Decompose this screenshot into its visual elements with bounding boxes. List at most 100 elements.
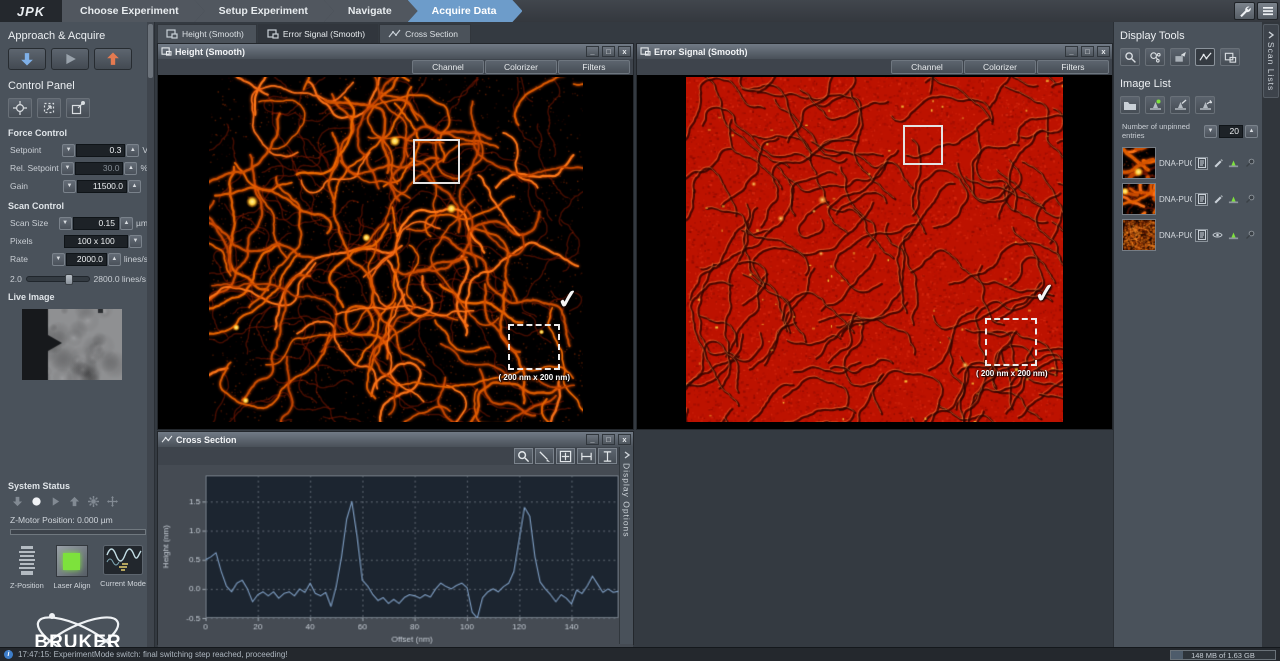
tab-height-smooth[interactable]: Height (Smooth) [157, 24, 257, 43]
menu-button[interactable] [1257, 2, 1278, 20]
height-close-button[interactable]: x [618, 46, 631, 57]
setup-tool-button[interactable] [66, 98, 90, 118]
display-options-tab[interactable]: Display Options [619, 447, 633, 644]
image-pin-button[interactable] [1243, 193, 1256, 206]
rate-decrement[interactable]: ▼ [52, 253, 65, 266]
tab-cross-section[interactable]: Cross Section [379, 24, 471, 43]
height-afm-image[interactable] [209, 77, 583, 422]
run-scan-button[interactable] [51, 48, 89, 70]
height-minimize-button[interactable]: _ [586, 46, 599, 57]
plot-height-measure-button[interactable] [598, 448, 617, 464]
rel-setpoint-value[interactable]: 30.0 [75, 162, 123, 175]
retract-button[interactable] [94, 48, 132, 70]
cross-section-tool-button[interactable] [1195, 48, 1215, 66]
image-tip-button[interactable] [1227, 157, 1240, 170]
tab-setup-experiment[interactable]: Setup Experiment [195, 0, 334, 22]
scan-size-decrement[interactable]: ▼ [59, 217, 72, 230]
approach-button[interactable] [8, 48, 46, 70]
image-thumbnail[interactable] [1122, 147, 1156, 179]
unpinned-decrement[interactable]: ▼ [1204, 125, 1217, 138]
cross-close-button[interactable]: x [618, 434, 631, 445]
tip-tools-list-button[interactable] [1170, 96, 1190, 114]
image-info-button[interactable] [1195, 193, 1208, 206]
error-filters-button[interactable]: Filters [1037, 60, 1109, 74]
error-window-titlebar[interactable]: Error Signal (Smooth) _ □ x [637, 44, 1112, 59]
memory-indicator[interactable]: 148 MB of 1.63 GB [1170, 650, 1276, 660]
rate-slider-thumb[interactable] [65, 274, 73, 285]
tip-approach-list-button[interactable] [1145, 96, 1165, 114]
image-info-button[interactable] [1195, 157, 1208, 170]
rel-setpoint-increment[interactable]: ▲ [124, 162, 137, 175]
tab-choose-experiment[interactable]: Choose Experiment [62, 0, 205, 22]
error-selection-region[interactable] [903, 125, 943, 165]
error-close-button[interactable]: x [1097, 46, 1110, 57]
colorizer-tool-button[interactable] [1170, 48, 1190, 66]
setpoint-increment[interactable]: ▲ [126, 144, 139, 157]
rel-setpoint-decrement[interactable]: ▼ [61, 162, 74, 175]
rate-slider[interactable] [26, 276, 90, 282]
image-thumbnail[interactable] [1122, 219, 1156, 251]
rate-value[interactable]: 2000.0 [66, 253, 107, 266]
height-zoom-region[interactable] [508, 324, 560, 370]
pixels-dropdown[interactable]: ▼ [129, 235, 142, 248]
gain-decrement[interactable]: ▼ [63, 180, 76, 193]
rate-increment[interactable]: ▲ [108, 253, 121, 266]
plot-width-measure-button[interactable] [577, 448, 596, 464]
cross-maximize-button[interactable]: □ [602, 434, 615, 445]
height-colorizer-button[interactable]: Colorizer [485, 60, 557, 74]
image-edit-button[interactable] [1211, 157, 1224, 170]
laser-align-indicator[interactable]: Laser Align [53, 545, 90, 590]
image-tip-button[interactable] [1227, 193, 1240, 206]
z-position-indicator[interactable]: Z-Position [10, 545, 44, 590]
scan-size-value[interactable]: 0.15 [73, 217, 119, 230]
image-info-button[interactable] [1195, 229, 1208, 242]
tab-acquire-data[interactable]: Acquire Data [408, 0, 523, 22]
error-maximize-button[interactable]: □ [1081, 46, 1094, 57]
height-window-titlebar[interactable]: Height (Smooth) _ □ x [158, 44, 633, 59]
pixels-value[interactable]: 100 x 100 [64, 235, 128, 248]
image-thumbnail[interactable] [1122, 183, 1156, 215]
gain-increment[interactable]: ▲ [128, 180, 141, 193]
height-maximize-button[interactable]: □ [602, 46, 615, 57]
settings-wrench-button[interactable] [1234, 2, 1255, 20]
error-confirm-check-icon[interactable]: ✓ [1033, 282, 1057, 304]
tab-navigate[interactable]: Navigate [324, 0, 418, 22]
cross-section-plot[interactable] [158, 465, 633, 649]
scan-size-increment[interactable]: ▲ [120, 217, 133, 230]
image-pin-button[interactable] [1243, 157, 1256, 170]
unpinned-increment[interactable]: ▲ [1245, 125, 1258, 138]
image-list-item-3[interactable]: DNA-PUC19-a... [1120, 218, 1258, 252]
image-list-item-1[interactable]: DNA-PUC19-a... [1120, 146, 1258, 180]
tab-error-signal-smooth[interactable]: Error Signal (Smooth) [258, 24, 378, 43]
open-folder-button[interactable] [1120, 96, 1140, 114]
setpoint-decrement[interactable]: ▼ [62, 144, 75, 157]
height-confirm-check-icon[interactable]: ✓ [556, 288, 580, 310]
image-edit-button[interactable] [1211, 193, 1224, 206]
unpinned-entries-value[interactable]: 20 [1219, 125, 1243, 138]
error-channel-button[interactable]: Channel [891, 60, 963, 74]
plot-line-tool-button[interactable] [535, 448, 554, 464]
cross-minimize-button[interactable]: _ [586, 434, 599, 445]
image-pin-button[interactable] [1243, 229, 1256, 242]
tip-reposition-list-button[interactable] [1195, 96, 1215, 114]
scan-region-tool-button[interactable] [37, 98, 61, 118]
crosshair-tool-button[interactable] [8, 98, 32, 118]
height-selection-region[interactable] [413, 139, 460, 184]
setpoint-value[interactable]: 0.3 [76, 144, 125, 157]
left-panel-scrollbar[interactable] [147, 22, 154, 647]
height-filters-button[interactable]: Filters [558, 60, 630, 74]
cross-window-titlebar[interactable]: Cross Section _ □ x [158, 432, 633, 447]
image-visibility-button[interactable] [1211, 229, 1224, 242]
height-channel-button[interactable]: Channel [412, 60, 484, 74]
zoom-tool-button[interactable] [1120, 48, 1140, 66]
image-list-item-2[interactable]: DNA-PUC19-a... [1120, 182, 1258, 216]
plot-pan-button[interactable] [556, 448, 575, 464]
gain-value[interactable]: 11500.0 [77, 180, 127, 193]
selection-tool-button[interactable] [1145, 48, 1165, 66]
image-tip-button[interactable] [1227, 229, 1240, 242]
current-mode-indicator[interactable]: Current Mode [100, 545, 146, 590]
error-zoom-region[interactable] [985, 318, 1037, 366]
scan-lists-tab[interactable]: Scan Lists [1263, 24, 1279, 98]
region-extract-tool-button[interactable] [1220, 48, 1240, 66]
plot-zoom-button[interactable] [514, 448, 533, 464]
